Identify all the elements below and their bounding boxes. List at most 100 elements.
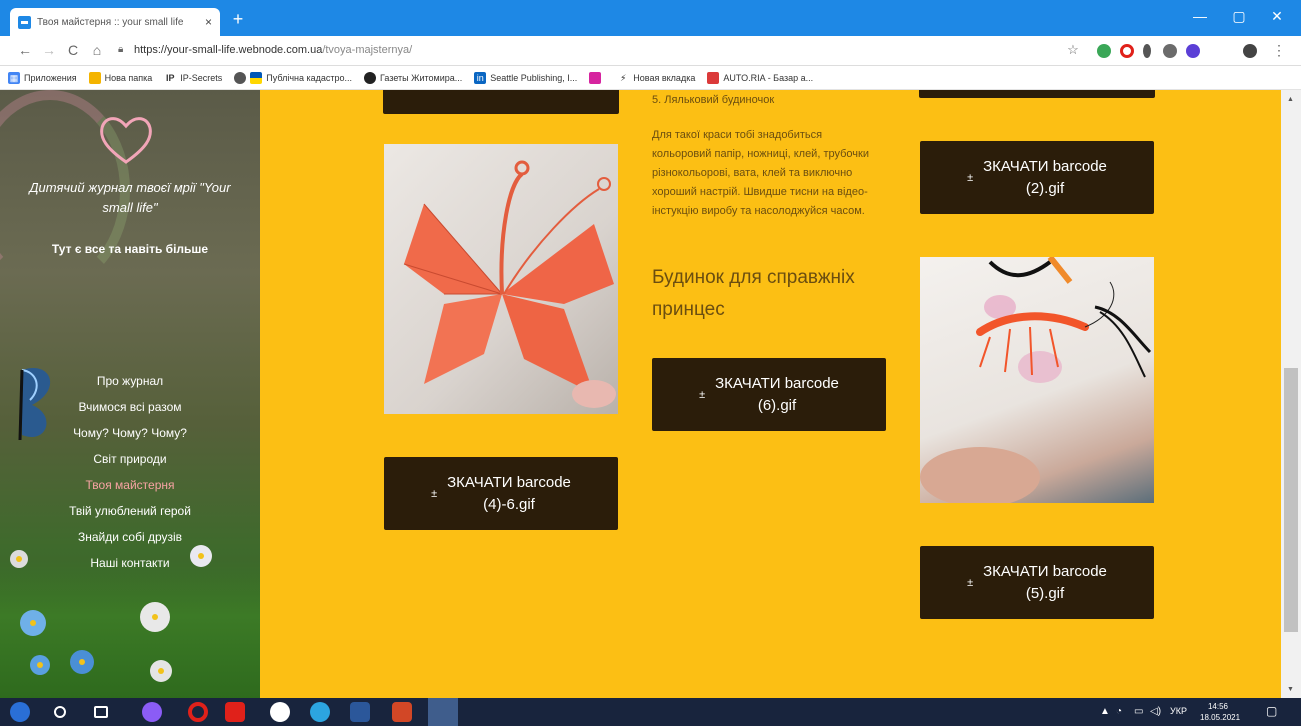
bookmark-label: Нова папка [104, 72, 153, 83]
bookmark-cadastre[interactable]: Публічна кадастро... [234, 71, 353, 84]
scroll-up-arrow-icon[interactable]: ▲ [1287, 96, 1294, 103]
volume-icon[interactable]: ◁) [1150, 706, 1161, 717]
button-label-line1: ЗКАЧАТИ barcode [447, 473, 571, 491]
nav-item-learning[interactable]: Вчимося всі разом [30, 394, 230, 420]
flag-icon [250, 71, 263, 84]
button-label-line2: (4)-6.gif [483, 495, 535, 513]
section-heading: Будинок для справжніх принцес [652, 267, 855, 320]
bookmark-star-icon[interactable]: ☆ [1064, 42, 1082, 58]
system-clock[interactable]: 14:56 18.05.2021 [1200, 701, 1240, 723]
language-indicator[interactable]: УКР [1170, 706, 1187, 716]
download-button-barcode-5[interactable]: ± ЗКАЧАТИ barcode (5).gif [920, 546, 1154, 619]
nav-item-nature[interactable]: Світ природи [30, 446, 230, 472]
download-icon: ± [699, 388, 706, 401]
bookmark-new-tab[interactable]: ⚡︎ Новая вкладка [617, 72, 695, 84]
home-button[interactable]: ⌂ [88, 42, 106, 58]
browser-tab[interactable]: Твоя майстерня :: your small life × [10, 8, 220, 36]
url-field[interactable]: https://your-small-life.webnode.com.ua/t… [134, 44, 412, 56]
sidebar: Дитячий журнал твоєї мрії "Your small li… [0, 90, 260, 698]
main-nav: Про журнал Вчимося всі разом Чому? Чому?… [30, 368, 230, 576]
opera-extension-icon[interactable] [1120, 44, 1134, 58]
maximize-button[interactable]: ▢ [1224, 8, 1254, 25]
windows-taskbar: ▲ ◔ ▭ ◁) УКР 14:56 18.05.2021 ▢ [0, 698, 1301, 726]
chrome-taskbar-icon[interactable] [428, 698, 458, 726]
bookmark-ip-secrets[interactable]: IP IP-Secrets [164, 72, 222, 84]
search-icon[interactable] [54, 706, 66, 718]
url-path: /tvoya-majsternya/ [322, 44, 413, 56]
bolt-icon: ⚡︎ [620, 72, 627, 83]
button-label-line1: ЗКАЧАТИ barcode [715, 374, 839, 392]
button-label-line2: (2).gif [1025, 179, 1065, 197]
download-button-barcode-2[interactable]: ± ЗКАЧАТИ barcode (2).gif [920, 141, 1154, 214]
notifications-icon[interactable]: ▢ [1266, 704, 1277, 718]
tab-title: Твоя майстерня :: your small life [37, 16, 184, 28]
bookmark-seattle[interactable]: in Seattle Publishing, I... [474, 71, 577, 84]
bookmark-label: Новая вкладка [633, 72, 696, 83]
page-scrollbar[interactable]: ▲ ▼ [1281, 90, 1301, 698]
battery-icon[interactable]: ▭ [1134, 706, 1143, 717]
opera-icon[interactable] [188, 702, 208, 722]
bookmarks-bar: ▦ Приложения Нова папка IP IP-Secrets Публ… [0, 66, 1301, 90]
bookmark-label: IP-Secrets [180, 72, 223, 83]
image-frame [919, 90, 1155, 98]
telegram-icon[interactable] [310, 702, 330, 722]
minimize-button[interactable]: — [1185, 8, 1215, 24]
linkedin-icon: in [474, 71, 487, 84]
clock-time: 14:56 [1207, 702, 1229, 711]
apps-grid-icon: ▦ [8, 71, 20, 84]
newspaper-icon [364, 71, 377, 84]
adblock-extension-icon[interactable] [1097, 44, 1111, 58]
bolt-extension-icon[interactable] [1143, 44, 1151, 58]
bookmark-label: Приложения [24, 72, 77, 83]
scroll-down-arrow-icon[interactable]: ▼ [1287, 686, 1294, 693]
item-title: 5. Ляльковий будиночок [652, 94, 775, 106]
word-icon[interactable] [350, 702, 370, 722]
button-label-line1: ЗКАЧАТИ barcode [983, 157, 1107, 175]
tray-arrow-icon[interactable]: ▲ [1100, 706, 1110, 717]
task-view-icon[interactable] [94, 706, 108, 718]
nav-item-contacts[interactable]: Наші контакти [30, 550, 230, 576]
bookmark-instagram[interactable] [589, 71, 605, 84]
webnode-favicon-icon [18, 15, 31, 29]
network-icon[interactable]: ◔ [1116, 706, 1122, 717]
origami-butterfly-image [384, 144, 618, 414]
nav-item-about[interactable]: Про журнал [30, 368, 230, 394]
scroll-thumb[interactable] [1284, 368, 1298, 632]
profile-avatar[interactable] [1243, 44, 1257, 58]
bookmark-folder[interactable]: Нова папка [88, 71, 153, 84]
app-icon[interactable] [142, 702, 162, 722]
journal-title: Дитячий журнал твоєї мрії "Your small li… [29, 180, 231, 215]
vpn-extension-icon[interactable] [1163, 44, 1177, 58]
download-icon: ± [431, 487, 438, 500]
new-tab-button[interactable]: + [228, 9, 248, 29]
instagram-icon [589, 71, 602, 84]
flower-decoration-icon [150, 660, 172, 682]
heart-logo-icon [96, 112, 156, 168]
bookmark-label: Публічна кадастро... [266, 72, 353, 83]
powerpoint-icon[interactable] [392, 702, 412, 722]
reload-button[interactable]: C [64, 42, 82, 58]
download-button-barcode-4-6[interactable]: ± ЗКАЧАТИ barcode (4)-6.gif [384, 457, 618, 530]
back-button[interactable]: ← [16, 42, 34, 58]
yandex-browser-icon[interactable] [270, 702, 290, 722]
tab-close-icon[interactable]: × [205, 15, 212, 29]
bookmark-newspapers[interactable]: Газеты Житомира... [364, 71, 462, 84]
close-window-button[interactable]: ✕ [1262, 8, 1292, 25]
yandex-icon[interactable] [225, 702, 245, 722]
id-extension-icon[interactable] [1186, 44, 1200, 58]
nav-item-friends[interactable]: Знайди собі друзів [30, 524, 230, 550]
button-label-line2: (6).gif [757, 396, 797, 414]
nav-item-why[interactable]: Чому? Чому? Чому? [30, 420, 230, 446]
forward-button[interactable]: → [40, 42, 58, 58]
web-page: Дитячий журнал твоєї мрії "Your small li… [0, 90, 1301, 698]
globe-icon [234, 71, 247, 84]
start-button-icon[interactable] [10, 702, 30, 722]
download-button-barcode-6[interactable]: ± ЗКАЧАТИ barcode (6).gif [652, 358, 886, 431]
nav-item-hero[interactable]: Твій улюблений герой [30, 498, 230, 524]
nav-item-workshop[interactable]: Твоя майстерня [30, 472, 230, 498]
bookmark-autoria[interactable]: AUTO.RIA - Базар а... [707, 71, 813, 84]
flower-decoration-icon [20, 610, 46, 636]
flower-decoration-icon [140, 602, 170, 632]
menu-dots-icon[interactable]: ⋮ [1270, 42, 1288, 59]
bookmark-apps[interactable]: ▦ Приложения [8, 71, 77, 84]
